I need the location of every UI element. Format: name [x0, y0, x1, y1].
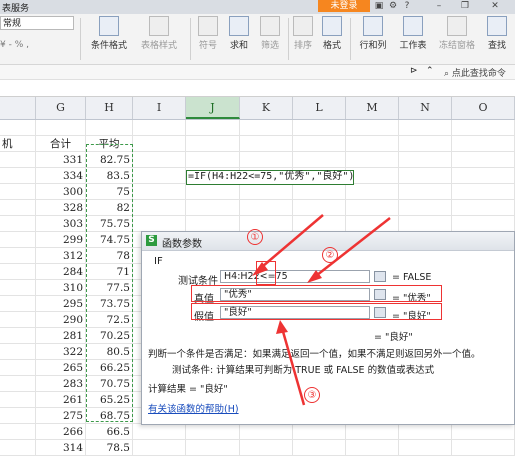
cell[interactable]	[399, 440, 452, 456]
arrow-3-head	[276, 320, 288, 334]
cell[interactable]	[399, 424, 452, 440]
cell[interactable]	[133, 424, 186, 440]
cell[interactable]	[346, 424, 399, 440]
cell[interactable]	[186, 440, 240, 456]
table-row[interactable]: 266 66.5	[0, 424, 515, 440]
cell[interactable]: 314	[36, 440, 86, 456]
arrow-1	[255, 214, 324, 273]
cell[interactable]: 266	[36, 424, 86, 440]
cell[interactable]	[293, 440, 346, 456]
cell[interactable]	[452, 440, 515, 456]
annotation-marker-2: ②	[322, 247, 338, 263]
cell[interactable]	[452, 424, 515, 440]
cell[interactable]	[0, 424, 36, 440]
cell[interactable]	[346, 440, 399, 456]
cell[interactable]	[293, 424, 346, 440]
cell[interactable]	[186, 424, 240, 440]
annotation-marker-3: ③	[304, 387, 320, 403]
cell[interactable]	[133, 440, 186, 456]
cell[interactable]	[240, 424, 293, 440]
cell[interactable]	[0, 440, 36, 456]
cell[interactable]: 66.5	[86, 424, 133, 440]
table-row[interactable]: 314 78.5	[0, 440, 515, 456]
arrow-3	[280, 327, 306, 406]
annotation-marker-1: ①	[247, 229, 263, 245]
cell[interactable]	[240, 440, 293, 456]
cell[interactable]: 78.5	[86, 440, 133, 456]
annotation-arrows	[252, 214, 391, 406]
